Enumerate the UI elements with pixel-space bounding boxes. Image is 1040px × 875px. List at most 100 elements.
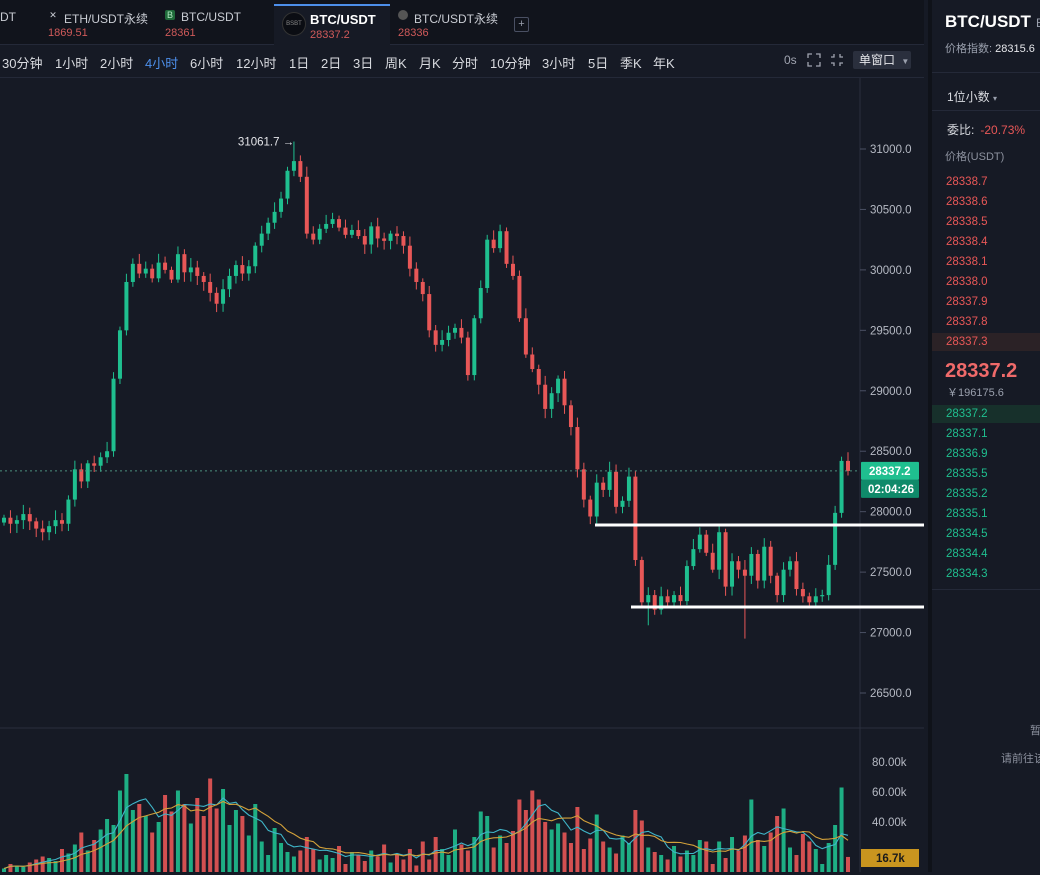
window-mode-select[interactable]: 单窗口 ▼	[853, 51, 911, 69]
ask-price[interactable]: 28337.9	[946, 296, 988, 308]
chevron-down-icon: ▼	[901, 57, 910, 66]
timeframe-4h[interactable]: 4小时	[145, 53, 178, 72]
tab-btc-usdt-active[interactable]: BSBT BTC/USDT 28337.2	[274, 4, 390, 46]
timeframe-2h[interactable]: 2小时	[100, 53, 133, 72]
candle-body	[105, 451, 110, 458]
candlestick-chart[interactable]: 31000.0 30500.0 30000.0 29500.0 29000.0 28500…	[0, 78, 974, 872]
ask-price[interactable]: 28337.3	[946, 336, 988, 348]
candle-body	[117, 330, 122, 379]
volume-bar	[588, 838, 593, 872]
volume-bar	[839, 787, 844, 872]
add-tab-button[interactable]: +	[514, 17, 529, 32]
bid-price[interactable]: 28336.9	[946, 448, 988, 460]
seconds-label[interactable]: 0s	[784, 53, 797, 67]
price-tick-label: 28000.0	[870, 507, 912, 519]
timeframe-12h[interactable]: 12小时	[236, 53, 276, 72]
bid-price[interactable]: 28334.4	[946, 548, 988, 560]
timeframe-5d[interactable]: 5日	[588, 53, 608, 72]
index-label: 价格指数:	[945, 43, 993, 55]
candle-body	[182, 254, 187, 273]
ask-price[interactable]: 28338.4	[946, 236, 988, 248]
ask-price[interactable]: 28338.5	[946, 216, 988, 228]
candle-body	[214, 292, 219, 304]
expand-icon[interactable]	[807, 53, 821, 67]
ask-price[interactable]: 28338.0	[946, 276, 988, 288]
candle-body	[684, 566, 689, 602]
volume-bar	[414, 865, 419, 872]
timeframe-week[interactable]: 周K	[385, 53, 407, 72]
candle-body	[401, 236, 406, 246]
candle-body	[588, 499, 593, 517]
volume-bar	[710, 864, 715, 872]
candle-body	[749, 553, 754, 576]
volume-bar	[697, 840, 702, 872]
candle-body	[221, 289, 226, 304]
tab-btc-usdt-perp[interactable]: BTC/USDT永续 28336	[398, 6, 510, 40]
volume-bar	[736, 850, 741, 872]
ask-price[interactable]: 28338.1	[946, 256, 988, 268]
candle-body	[285, 170, 290, 199]
timeframe-month[interactable]: 月K	[419, 53, 441, 72]
candle-body	[452, 327, 457, 333]
timeframe-2d[interactable]: 2日	[321, 53, 341, 72]
candle-body	[34, 521, 39, 529]
volume-bar	[98, 829, 103, 872]
last-price-label: 28337.2	[869, 466, 911, 478]
ask-price[interactable]: 28337.8	[946, 316, 988, 328]
close-icon[interactable]: ✕	[48, 10, 58, 20]
candle-body	[324, 223, 329, 229]
candle-body	[543, 384, 548, 409]
volume-bar	[543, 822, 548, 872]
bid-price[interactable]: 28337.2	[946, 408, 988, 420]
timeframe-quarter[interactable]: 季K	[620, 53, 642, 72]
candle-body	[40, 528, 45, 533]
bid-price[interactable]: 28337.1	[946, 428, 988, 440]
ask-price[interactable]: 28338.7	[946, 176, 988, 188]
chart-area[interactable]: 31000.0 30500.0 30000.0 29500.0 29000.0 28500…	[0, 78, 974, 872]
volume-bar	[240, 816, 245, 872]
timeframe-year[interactable]: 年K	[653, 53, 675, 72]
timeframe-intraday[interactable]: 分时	[452, 53, 478, 72]
ask-price[interactable]: 28338.6	[946, 196, 988, 208]
timeframe-1d[interactable]: 1日	[289, 53, 309, 72]
candle-body	[279, 198, 284, 212]
bid-price[interactable]: 28335.1	[946, 508, 988, 520]
tab-btc-usdt-spot[interactable]: B BTC/USDT 28361	[165, 6, 265, 40]
timeframe-10m[interactable]: 10分钟	[490, 53, 530, 72]
volume-bar	[755, 840, 760, 872]
candle-body	[601, 482, 606, 490]
candle-body	[124, 281, 129, 331]
volume-bar	[788, 847, 793, 872]
bid-price[interactable]: 28335.2	[946, 488, 988, 500]
volume-bar	[794, 855, 799, 872]
candle-body	[137, 263, 142, 274]
timeframe-6h[interactable]: 6小时	[190, 53, 223, 72]
tab-market-partial[interactable]: DT	[0, 6, 40, 40]
bid-price[interactable]: 28334.5	[946, 528, 988, 540]
tab-eth-usdt-perp[interactable]: ✕ ETH/USDT永续 1869.51	[48, 6, 158, 40]
window-mode-label: 单窗口	[859, 53, 896, 67]
tab-price: 28337.2	[310, 29, 350, 41]
volume-tick-label: 60.00k	[872, 787, 907, 799]
volume-bar	[427, 859, 432, 872]
candle-body	[839, 460, 844, 513]
timeframe-3h[interactable]: 3小时	[542, 53, 575, 72]
timeframe-30m[interactable]: 30分钟	[2, 53, 42, 72]
candle-body	[614, 471, 619, 507]
candle-body	[14, 520, 19, 524]
volume-bar	[775, 816, 780, 872]
timeframe-3d[interactable]: 3日	[353, 53, 373, 72]
volume-bar	[807, 841, 812, 872]
candle-body	[672, 595, 677, 603]
bid-price[interactable]: 28334.3	[946, 568, 988, 580]
fullscreen-icon[interactable]	[830, 53, 844, 67]
volume-bar	[143, 816, 148, 872]
candle-body	[710, 552, 715, 570]
volume-bar	[8, 864, 13, 872]
candle-body	[59, 520, 64, 524]
timeframe-1h[interactable]: 1小时	[55, 53, 88, 72]
candle-body	[272, 211, 277, 223]
decimals-select[interactable]: 1位小数 ▾	[947, 88, 997, 105]
bid-price[interactable]: 28335.5	[946, 468, 988, 480]
price-tick-label: 27500.0	[870, 567, 912, 579]
